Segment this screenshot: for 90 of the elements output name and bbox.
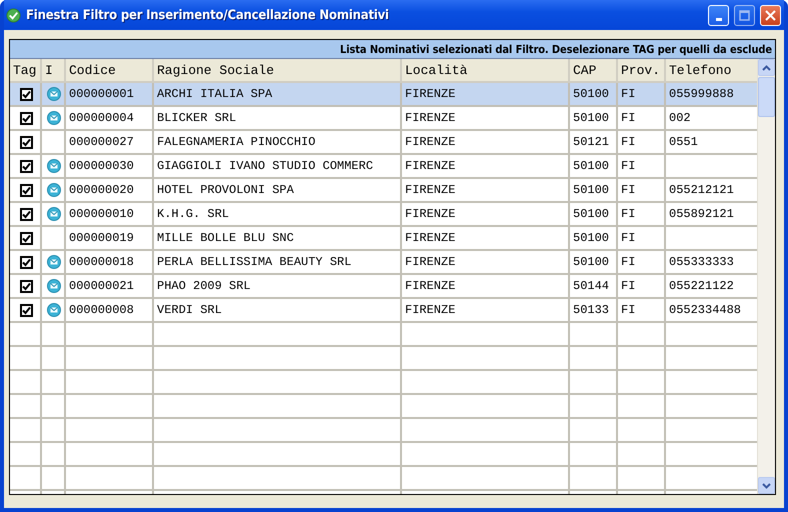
column-header[interactable]: CAP	[570, 59, 618, 83]
table-cell: 000000019	[69, 231, 134, 245]
table-cell: 000000021	[69, 279, 134, 293]
table-cell: 055212121	[669, 183, 734, 197]
table-cell: 055221122	[669, 279, 734, 293]
table-cell: 50100	[573, 111, 610, 125]
table-cell: 055892121	[669, 207, 734, 221]
tag-checkbox[interactable]	[20, 184, 32, 196]
tag-checkbox[interactable]	[20, 112, 32, 124]
table-cell: FI	[621, 111, 636, 125]
close-button[interactable]	[760, 4, 781, 26]
table-cell: 50133	[573, 303, 610, 317]
column-header[interactable]: Codice	[66, 59, 154, 83]
table-cell: FIRENZE	[405, 279, 456, 293]
table-cell: K.H.G. SRL	[157, 207, 230, 221]
table-cell: PERLA BELLISSIMA BEAUTY SRL	[157, 255, 352, 269]
table-cell: 50100	[573, 207, 610, 221]
table-cell: MILLE BOLLE BLU SNC	[157, 231, 294, 245]
table-cell: FI	[621, 87, 636, 101]
maximize-icon	[739, 10, 750, 20]
table-cell: 000000008	[69, 303, 134, 317]
table-cell: FIRENZE	[405, 183, 456, 197]
column-header[interactable]: Prov.	[618, 59, 666, 83]
table-cell: FIRENZE	[405, 303, 456, 317]
table-cell: FI	[621, 231, 636, 245]
table-cell: 50144	[573, 279, 610, 293]
table-cell: FI	[621, 207, 636, 221]
app-icon	[6, 8, 21, 22]
table-cell: FI	[621, 159, 636, 173]
table-cell: HOTEL PROVOLONI SPA	[157, 183, 294, 197]
tag-checkbox[interactable]	[20, 232, 32, 244]
table-cell: BLICKER SRL	[157, 111, 236, 125]
table-cell: FI	[621, 255, 636, 269]
table-cell: 055999888	[669, 87, 734, 101]
tag-checkbox[interactable]	[20, 280, 32, 292]
table-cell: 000000030	[69, 159, 134, 173]
table-cell: 000000004	[69, 111, 134, 125]
table-cell: FIRENZE	[405, 87, 456, 101]
table-cell: FIRENZE	[405, 231, 456, 245]
table-cell: FIRENZE	[405, 207, 456, 221]
table-cell: PHAO 2009 SRL	[157, 279, 251, 293]
table-cell: FI	[621, 279, 636, 293]
tag-checkbox[interactable]	[20, 136, 32, 148]
table-cell: VERDI SRL	[157, 303, 222, 317]
minimize-icon	[716, 18, 722, 20]
table-cell: 000000001	[69, 87, 134, 101]
scroll-down-button[interactable]	[758, 477, 775, 494]
table-cell: FI	[621, 183, 636, 197]
table-cell: 0552334488	[669, 303, 742, 317]
table-cell: 50100	[573, 183, 610, 197]
tag-checkbox[interactable]	[20, 88, 32, 100]
table-cell: FIRENZE	[405, 111, 456, 125]
table-row[interactable]: 000000001 ARCHI ITALIA SPA FIRENZE 50100 FI 055999888	[10, 83, 757, 107]
table-cell: GIAGGIOLI IVANO STUDIO COMMERC	[157, 159, 374, 173]
tag-checkbox[interactable]	[20, 256, 32, 268]
table-cell: 002	[669, 111, 691, 125]
table-cell: ARCHI ITALIA SPA	[157, 87, 272, 101]
table-cell: FIRENZE	[405, 135, 456, 149]
table-cell: 000000010	[69, 207, 134, 221]
table-cell: FIRENZE	[405, 159, 456, 173]
maximize-button[interactable]	[734, 4, 755, 26]
table-cell: 000000018	[69, 255, 134, 269]
close-icon	[765, 10, 776, 20]
column-header[interactable]: I	[42, 59, 66, 83]
table-cell: 50121	[573, 135, 610, 149]
caret-up-icon	[762, 64, 771, 70]
column-header[interactable]: Tag	[10, 59, 42, 83]
window-title: Finestra Filtro per Inserimento/Cancellazione Nominativi	[26, 8, 390, 22]
minimize-button[interactable]	[708, 4, 729, 26]
table-cell: 50100	[573, 87, 610, 101]
table-cell: 50100	[573, 231, 610, 245]
table-cell: FI	[621, 135, 636, 149]
table-cell: 50100	[573, 255, 610, 269]
table-cell: FIRENZE	[405, 255, 456, 269]
table-cell: 0551	[669, 135, 698, 149]
scroll-thumb[interactable]	[758, 77, 775, 117]
scroll-up-button[interactable]	[758, 59, 775, 76]
table-cell: 055333333	[669, 255, 734, 269]
table-cell: 000000027	[69, 135, 134, 149]
column-header[interactable]: Ragione Sociale	[154, 59, 402, 83]
tag-checkbox[interactable]	[20, 208, 32, 220]
caret-down-icon	[762, 482, 771, 488]
table-cell: 50100	[573, 159, 610, 173]
tag-checkbox[interactable]	[20, 160, 32, 172]
tag-checkbox[interactable]	[20, 304, 32, 316]
table-cell: FALEGNAMERIA PINOCCHIO	[157, 135, 316, 149]
table-cell: FI	[621, 303, 636, 317]
column-header[interactable]: Località	[402, 59, 570, 83]
table-cell: 000000020	[69, 183, 134, 197]
list-banner: Lista Nominativi selezionati dal Filtro. Deselezionare TAG per quelli da esclude	[10, 40, 775, 59]
